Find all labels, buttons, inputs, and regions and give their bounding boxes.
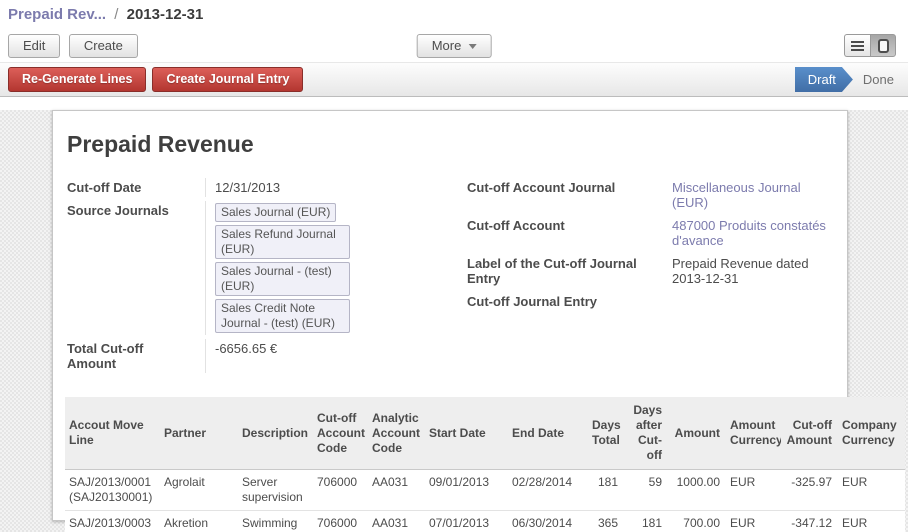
breadcrumb: Prepaid Rev... / 2013-12-31 — [0, 0, 908, 30]
cell-days-after-cutoff: 181 — [624, 511, 668, 532]
column-header-cutoff-amount: Cut-off Amount — [781, 397, 838, 470]
column-header-analytic-account-code: Analytic Account Code — [368, 397, 425, 470]
field-group-left: Cut-off Date 12/31/2013 Source Journals … — [65, 178, 465, 373]
column-header-days-total: Days Total — [588, 397, 624, 470]
cell-partner: Akretion — [160, 511, 238, 532]
cell-company-currency: EUR — [838, 511, 905, 532]
cutoff-journal-entry-value — [663, 292, 835, 311]
more-button-label: More — [432, 38, 462, 53]
field-groups: Cut-off Date 12/31/2013 Source Journals … — [65, 178, 835, 373]
cell-days-total: 365 — [588, 511, 624, 532]
top-header: Prepaid Rev... / 2013-12-31 Edit Create … — [0, 0, 908, 62]
cell-account-code: 706000 — [313, 511, 368, 532]
statusbar: Draft Done — [795, 63, 908, 96]
column-header-move-line: Accout Move Line — [65, 397, 160, 470]
cell-amount-currency: EUR — [726, 470, 781, 511]
status-done[interactable]: Done — [853, 72, 908, 87]
cell-end-date: 02/28/2014 — [508, 470, 588, 511]
list-view-button[interactable] — [844, 34, 870, 57]
source-journal-tag: Sales Refund Journal (EUR) — [215, 225, 350, 259]
more-button[interactable]: More — [417, 34, 492, 58]
source-journals-tags: Sales Journal (EUR) Sales Refund Journal… — [215, 203, 457, 333]
source-journal-tag: Sales Journal (EUR) — [215, 203, 336, 222]
cell-end-date: 06/30/2014 — [508, 511, 588, 532]
column-header-days-after-cutoff: Days after Cut-off — [624, 397, 668, 470]
cell-amount: 1000.00 — [668, 470, 726, 511]
source-journals-value: Sales Journal (EUR) Sales Refund Journal… — [205, 201, 465, 335]
cutoff-account-label: Cut-off Account — [465, 216, 663, 250]
column-header-end-date: End Date — [508, 397, 588, 470]
action-statusbar: Re-Generate Lines Create Journal Entry D… — [0, 62, 908, 97]
create-journal-entry-button[interactable]: Create Journal Entry — [152, 67, 303, 92]
source-journals-label: Source Journals — [65, 201, 205, 335]
form-toolbar: Edit Create More — [0, 30, 908, 62]
source-journal-tag: Sales Journal - (test) (EUR) — [215, 262, 350, 296]
field-group-right: Cut-off Account Journal Miscellaneous Jo… — [465, 178, 835, 373]
form-view-button[interactable] — [870, 34, 896, 57]
cutoff-account-link[interactable]: 487000 Produits constatés d'avance — [672, 218, 826, 248]
cell-start-date: 09/01/2013 — [425, 470, 508, 511]
journal-entry-label-value: Prepaid Revenue dated 2013-12-31 — [663, 254, 835, 288]
cutoff-date-label: Cut-off Date — [65, 178, 205, 197]
column-header-partner: Partner — [160, 397, 238, 470]
cell-analytic-code: AA031 — [368, 470, 425, 511]
cell-description: Server supervision — [238, 470, 313, 511]
column-header-cutoff-account-code: Cut-off Account Code — [313, 397, 368, 470]
form-sheet: Prepaid Revenue Cut-off Date 12/31/2013 … — [52, 110, 848, 521]
table-row[interactable]: SAJ/2013/0003 (SAJ20130003) Akretion Swi… — [65, 511, 905, 532]
column-header-description: Description — [238, 397, 313, 470]
breadcrumb-current: 2013-12-31 — [127, 6, 204, 23]
cell-days-after-cutoff: 59 — [624, 470, 668, 511]
content-background: Prepaid Revenue Cut-off Date 12/31/2013 … — [0, 110, 908, 532]
cutoff-account-journal-link[interactable]: Miscellaneous Journal (EUR) — [672, 180, 801, 210]
journal-entry-label-label: Label of the Cut-off Journal Entry — [465, 254, 663, 288]
total-cutoff-amount-label: Total Cut-off Amount — [65, 339, 205, 373]
breadcrumb-separator: / — [110, 6, 122, 23]
create-button[interactable]: Create — [69, 34, 138, 58]
cutoff-lines-table: Accout Move Line Partner Description Cut… — [65, 397, 905, 532]
column-header-start-date: Start Date — [425, 397, 508, 470]
caret-down-icon — [468, 44, 476, 49]
cutoff-lines-list: Accout Move Line Partner Description Cut… — [65, 397, 835, 532]
column-header-amount-currency: Amount Currency — [726, 397, 781, 470]
cell-analytic-code: AA031 — [368, 511, 425, 532]
cell-company-currency: EUR — [838, 470, 905, 511]
cutoff-account-journal-label: Cut-off Account Journal — [465, 178, 663, 212]
column-header-amount: Amount — [668, 397, 726, 470]
form-view-icon — [878, 39, 889, 53]
cell-move-line: SAJ/2013/0001 (SAJ20130001) — [65, 470, 160, 511]
cell-amount-currency: EUR — [726, 511, 781, 532]
regenerate-lines-button[interactable]: Re-Generate Lines — [8, 67, 146, 92]
cell-days-total: 181 — [588, 470, 624, 511]
view-switcher — [844, 34, 896, 57]
table-row[interactable]: SAJ/2013/0001 (SAJ20130001) Agrolait Ser… — [65, 470, 905, 511]
cell-account-code: 706000 — [313, 470, 368, 511]
cell-cutoff-amount: -347.12 — [781, 511, 838, 532]
cell-cutoff-amount: -325.97 — [781, 470, 838, 511]
cell-description: Swimming lessons — [238, 511, 313, 532]
cell-start-date: 07/01/2013 — [425, 511, 508, 532]
breadcrumb-parent-link[interactable]: Prepaid Rev... — [8, 6, 106, 23]
cell-amount: 700.00 — [668, 511, 726, 532]
page-title: Prepaid Revenue — [67, 131, 835, 158]
cutoff-date-value: 12/31/2013 — [205, 178, 465, 197]
cutoff-journal-entry-label: Cut-off Journal Entry — [465, 292, 663, 311]
status-draft[interactable]: Draft — [795, 67, 853, 92]
cell-move-line: SAJ/2013/0003 (SAJ20130003) — [65, 511, 160, 532]
cell-partner: Agrolait — [160, 470, 238, 511]
edit-button[interactable]: Edit — [8, 34, 60, 58]
list-view-icon — [851, 41, 864, 51]
table-header-row: Accout Move Line Partner Description Cut… — [65, 397, 905, 470]
total-cutoff-amount-value: -6656.65 € — [205, 339, 465, 373]
source-journal-tag: Sales Credit Note Journal - (test) (EUR) — [215, 299, 350, 333]
column-header-company-currency: Company Currency — [838, 397, 905, 470]
